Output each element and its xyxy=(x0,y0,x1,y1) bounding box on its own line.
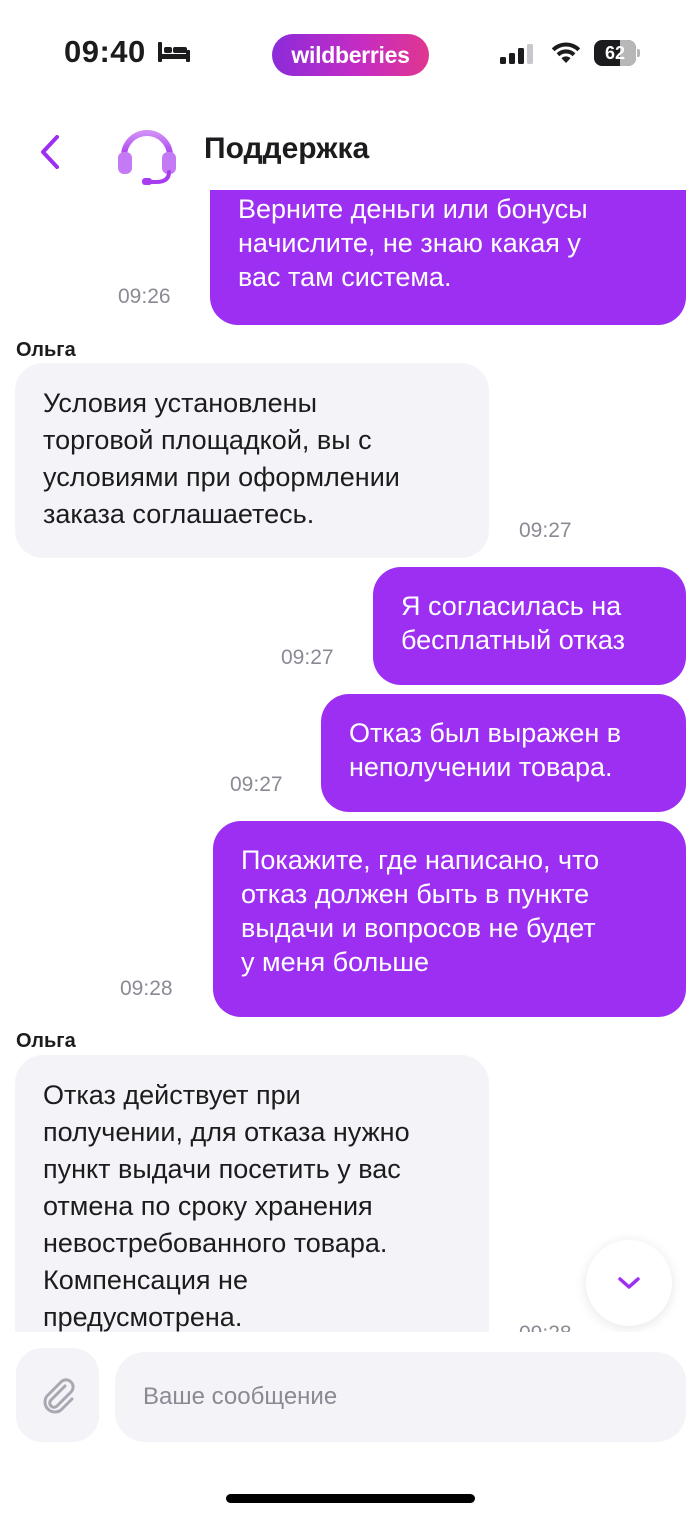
headset-icon xyxy=(118,130,176,185)
message-line: условиями при оформлении xyxy=(43,462,400,492)
brand-logo: wildberries xyxy=(272,34,429,76)
message-line: торговой площадкой, вы с xyxy=(43,425,372,455)
incoming-message: Условия установлены торговой площадкой, … xyxy=(15,363,489,558)
message-time: 09:27 xyxy=(519,519,572,542)
status-bar: 09:40 wildberries 62 xyxy=(0,0,700,110)
message-line: Верните деньги или бонусы xyxy=(238,194,588,224)
battery-icon: 62 xyxy=(594,40,640,66)
outgoing-message: Я согласилась на бесплатный отказ xyxy=(373,567,686,685)
message-time: 09:26 xyxy=(118,285,171,308)
attach-button[interactable] xyxy=(16,1348,99,1442)
message-author: Ольга xyxy=(16,339,76,361)
message-line: Отказ действует при xyxy=(43,1080,301,1110)
composer xyxy=(0,1332,700,1518)
scroll-to-bottom-button[interactable] xyxy=(586,1240,672,1326)
message-line: отмена по сроку хранения xyxy=(43,1191,373,1221)
message-line: Я согласилась на xyxy=(401,591,622,621)
message-time: 09:27 xyxy=(281,646,334,669)
bed-icon xyxy=(158,42,190,62)
message-time: 09:28 xyxy=(120,977,173,1000)
message-line: невостребованного товара. xyxy=(43,1228,388,1258)
home-indicator xyxy=(226,1494,475,1503)
message-line: заказа соглашаетесь. xyxy=(43,499,315,529)
page-title: Поддержка xyxy=(204,132,370,165)
status-time: 09:40 xyxy=(64,34,146,69)
chat-messages[interactable]: Верните деньги или бонусы начислите, не … xyxy=(0,190,700,1332)
back-button[interactable] xyxy=(30,130,70,174)
outgoing-message: Верните деньги или бонусы начислите, не … xyxy=(210,190,686,325)
message-time: 09:27 xyxy=(230,773,283,796)
message-line: получении, для отказа нужно xyxy=(43,1117,410,1147)
message-author: Ольга xyxy=(16,1030,76,1052)
signal-icon xyxy=(500,44,533,64)
chevron-down-icon xyxy=(618,1277,640,1289)
message-line: Отказ был выражен в xyxy=(349,718,622,748)
message-line: выдачи и вопросов не будет xyxy=(241,913,596,943)
message-line: начислите, не знаю какая у xyxy=(238,228,581,258)
message-line: у меня больше xyxy=(241,947,429,977)
incoming-message: Отказ действует при получении, для отказ… xyxy=(15,1055,489,1332)
message-line: Условия установлены xyxy=(43,388,317,418)
message-line: отказ должен быть в пункте xyxy=(241,879,590,909)
message-input[interactable] xyxy=(115,1352,686,1442)
outgoing-message: Покажите, где написано, что отказ должен… xyxy=(213,821,686,1017)
chevron-left-icon xyxy=(41,135,59,169)
message-line: вас там система. xyxy=(238,262,452,292)
message-time: 09:28 xyxy=(519,1322,572,1332)
outgoing-message: Отказ был выражен в неполучении товара. xyxy=(321,694,686,812)
message-line: Покажите, где написано, что xyxy=(241,845,600,875)
paperclip-icon xyxy=(43,1378,75,1414)
message-line: неполучении товара. xyxy=(349,752,613,782)
message-line: Компенсация не xyxy=(43,1265,248,1295)
wifi-icon xyxy=(551,42,581,63)
message-line: предусмотрена. xyxy=(43,1302,243,1332)
message-line: бесплатный отказ xyxy=(401,625,626,655)
battery-level: 62 xyxy=(604,43,626,63)
chat-header: Поддержка xyxy=(0,110,700,190)
message-line: пункт выдачи посетить у вас xyxy=(43,1154,401,1184)
